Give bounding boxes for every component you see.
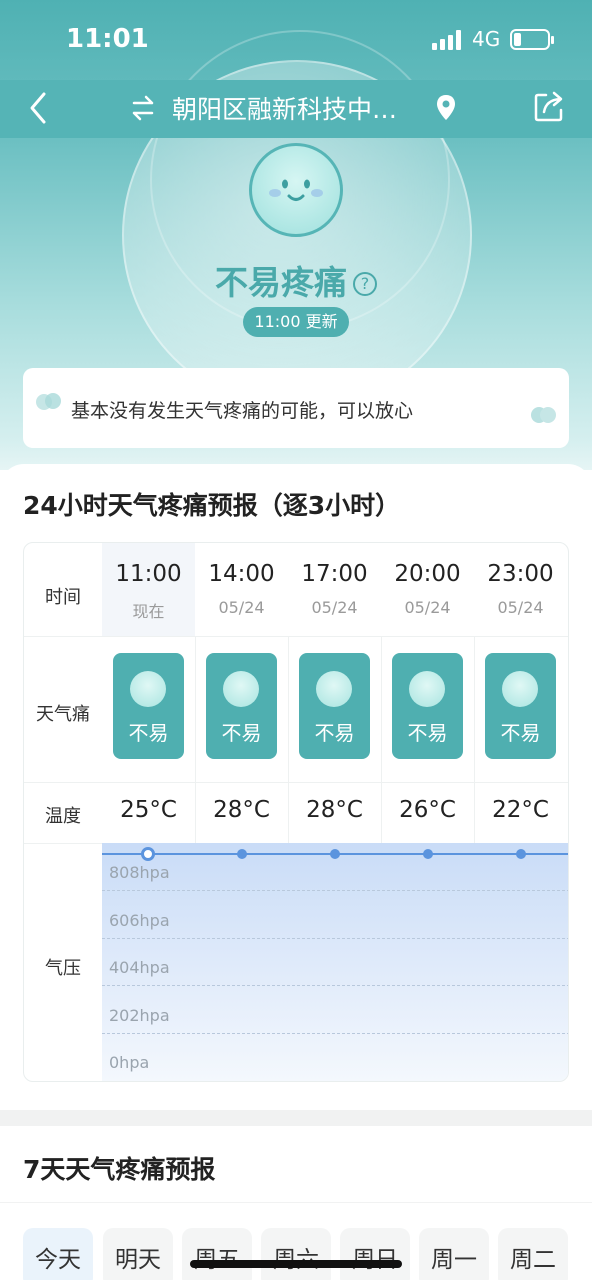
pressure-axis-label: 808hpa [109,863,170,882]
row-label-pain: 天气痛 [36,704,90,725]
network-type: 4G [472,27,501,51]
pressure-point [237,849,247,859]
column-time: 23:00 [487,561,554,587]
pressure-axis-label: 606hpa [109,911,170,930]
quote-open-icon [36,393,61,410]
pain-level-label: 不易 [407,721,448,745]
pain-level-label: 不易 [500,721,541,745]
column-time: 20:00 [394,561,461,587]
smile-face-icon [223,671,259,707]
pain-level-card: 不易 [392,653,463,759]
pressure-axis-label: 0hpa [109,1053,150,1072]
column-date: 05/24 [404,598,451,617]
current-column-highlight [102,543,195,636]
update-time-badge: 11:00 更新 [243,307,349,337]
pain-level-card: 不易 [206,653,277,759]
column-temp: 25°C [120,797,177,823]
pain-level-label: 不易 [314,721,355,745]
row-label-temp: 温度 [45,806,81,827]
signal-icon [432,30,464,50]
day-tab[interactable]: 明天 [103,1228,173,1280]
tip-text: 基本没有发生天气疼痛的可能，可以放心 [71,400,414,422]
share-icon[interactable] [532,90,566,124]
column-temp: 28°C [213,797,270,823]
forecast-7d-section: 7天天气疼痛预报 今天 明天 周五 周六 周日 周一 周二 [0,1126,592,1280]
column-time: 17:00 [301,561,368,587]
row-label-time: 时间 [45,587,81,608]
home-indicator[interactable] [190,1260,402,1268]
section-divider [0,1110,592,1126]
day-tab-today[interactable]: 今天 [23,1228,93,1280]
pressure-point [423,849,433,859]
smile-face-icon [249,143,343,237]
tip-card: 基本没有发生天气疼痛的可能，可以放心 [23,368,569,448]
forecast-7d-title: 7天天气疼痛预报 [23,1155,216,1184]
smile-face-icon [130,671,166,707]
column-date: 05/24 [218,598,265,617]
swap-icon[interactable] [128,93,158,123]
forecast-table: 时间 天气痛 温度 气压 11:00 现在 不易 25°C 14:00 05/2… [23,542,569,1082]
smile-face-icon [409,671,445,707]
pain-level-label: 不易 [221,721,262,745]
day-tab[interactable]: 周二 [498,1228,568,1280]
status-time: 11:01 [66,24,149,54]
quote-close-icon [531,407,556,423]
pressure-point [141,847,155,861]
pressure-axis-label: 202hpa [109,1006,170,1025]
column-date: 05/24 [497,598,544,617]
pressure-point [516,849,526,859]
smile-face-icon [502,671,538,707]
column-temp: 28°C [306,797,363,823]
status-bar: 11:01 4G [0,0,592,80]
column-time: 14:00 [208,561,275,587]
column-temp: 26°C [399,797,456,823]
location-title[interactable]: 朝阳区融新科技中… [172,90,422,126]
column-temp: 22°C [492,797,549,823]
row-label-pressure: 气压 [45,958,81,979]
pressure-axis-label: 404hpa [109,958,170,977]
day-tab[interactable]: 周日 [340,1228,410,1280]
forecast-24h-card: 24小时天气疼痛预报（逐3小时） 时间 天气痛 温度 气压 11:00 现在 不… [0,464,592,1110]
pressure-chart: 808hpa 606hpa 404hpa 202hpa 0hpa [102,843,568,1081]
smile-face-icon [316,671,352,707]
pressure-point [330,849,340,859]
day-tab[interactable]: 周一 [419,1228,489,1280]
column-time: 11:00 [115,561,182,587]
battery-icon [510,29,554,50]
nav-bar: 朝阳区融新科技中… [0,80,592,138]
column-date: 现在 [132,602,165,621]
pain-level-card: 不易 [299,653,370,759]
pain-status: 不易疼痛? [0,256,592,304]
back-icon[interactable] [26,90,58,126]
day-tab[interactable]: 周五 [182,1228,252,1280]
pain-level-card: 不易 [113,653,184,759]
forecast-24h-title: 24小时天气疼痛预报（逐3小时） [23,491,401,520]
hero-section: 11:01 4G 朝阳区融新科技中… 不易疼痛? 11:00 更新 基本没有发生… [0,0,592,470]
location-pin-icon[interactable] [434,93,458,123]
pain-level-card: 不易 [485,653,556,759]
column-date: 05/24 [311,598,358,617]
help-icon[interactable]: ? [353,272,377,296]
day-tab[interactable]: 周六 [261,1228,331,1280]
pain-level-label: 不易 [128,721,169,745]
